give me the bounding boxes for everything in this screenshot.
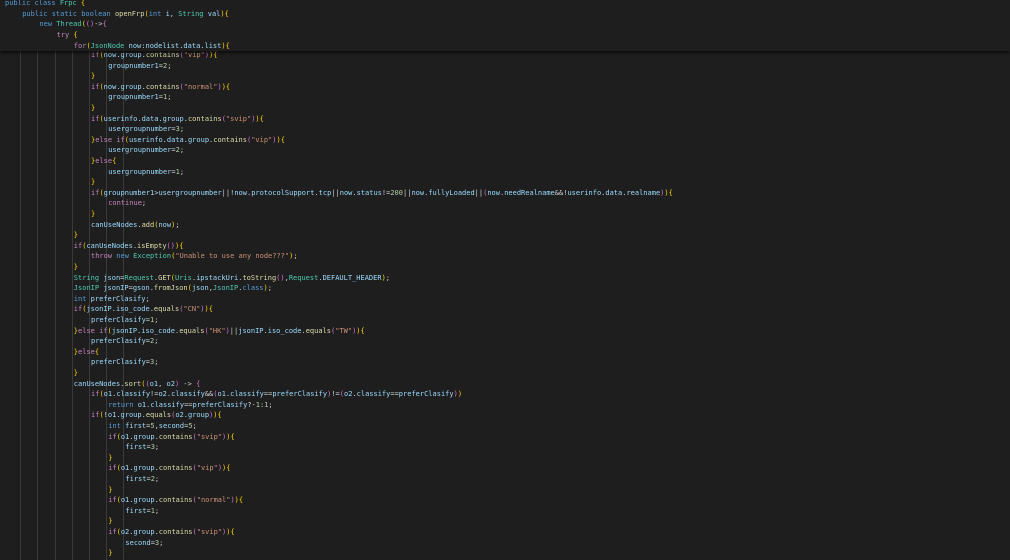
code-line[interactable]: preferClasify=2;	[91, 336, 158, 346]
code-line[interactable]: }	[91, 177, 95, 187]
code-line[interactable]: }else{	[91, 156, 116, 166]
code-line[interactable]: usergroupnumber=3;	[108, 124, 184, 134]
code-line[interactable]: int first=5,second=5;	[108, 421, 197, 431]
code-line[interactable]: }	[108, 485, 112, 495]
code-line[interactable]: }	[108, 453, 112, 463]
code-line[interactable]: canUseNodes.sort((o1, o2) -> {	[74, 379, 201, 389]
code-line[interactable]: if(jsonIP.iso_code.equals("CN")){	[74, 304, 213, 314]
code-line[interactable]: if(o1.group.contains("svip")){	[108, 432, 235, 442]
code-line[interactable]: second=3;	[125, 538, 163, 548]
code-line[interactable]: if(o2.group.contains("svip")){	[108, 527, 235, 537]
code-line[interactable]: groupnumber1=1;	[108, 92, 171, 102]
code-editor[interactable]: if(now.group.contains("vip")){groupnumbe…	[0, 0, 1010, 560]
code-line[interactable]: if(!o1.group.equals(o2.group)){	[91, 410, 222, 420]
code-line[interactable]: if(o1.group.contains("normal")){	[108, 495, 243, 505]
code-line[interactable]: if(canUseNodes.isEmpty()){	[74, 241, 184, 251]
indent-guide	[37, 0, 39, 560]
indent-guide	[54, 0, 56, 560]
code-line[interactable]: throw new Exception("Unable to use any n…	[91, 251, 298, 261]
code-line[interactable]: first=2;	[125, 474, 159, 484]
code-line[interactable]: }	[91, 209, 95, 219]
code-line[interactable]: }else if(userinfo.data.group.contains("v…	[91, 135, 285, 145]
code-line[interactable]: String json=Request.GET(Uris.ipstackUri.…	[74, 273, 390, 283]
code-line[interactable]: }	[108, 548, 112, 558]
code-line[interactable]: }else if(jsonIP.iso_code.equals("HK")||j…	[74, 326, 365, 336]
code-line[interactable]: }	[74, 230, 78, 240]
code-line[interactable]: if(o1.classify!=o2.classify&&(o1.classif…	[91, 389, 462, 399]
code-line[interactable]: }	[74, 262, 78, 272]
code-line[interactable]: continue;	[108, 198, 146, 208]
code-line[interactable]: usergroupnumber=2;	[108, 145, 184, 155]
indent-guide	[20, 0, 22, 560]
code-line[interactable]: preferClasify=1;	[91, 315, 158, 325]
code-line[interactable]: if(userinfo.data.group.contains("svip"))…	[91, 114, 264, 124]
code-line[interactable]: groupnumber1=2;	[108, 61, 171, 71]
code-line[interactable]: }	[91, 103, 95, 113]
code-line[interactable]: JsonIP jsonIP=gson.fromJson(json,JsonIP.…	[74, 283, 272, 293]
code-line[interactable]: int preferClasify;	[74, 294, 150, 304]
code-line[interactable]: canUseNodes.add(now);	[91, 220, 180, 230]
code-line[interactable]: }	[108, 516, 112, 526]
code-line[interactable]: if(now.group.contains("normal")){	[91, 82, 230, 92]
code-line[interactable]: first=1;	[125, 506, 159, 516]
code-line[interactable]: }	[91, 71, 95, 81]
code-line[interactable]: first=3;	[125, 442, 159, 452]
code-line[interactable]: if(now.group.contains("vip")){	[91, 50, 218, 60]
code-line[interactable]: }else{	[74, 347, 99, 357]
code-line[interactable]: preferClasify=3;	[91, 357, 158, 367]
code-line[interactable]: if(o1.group.contains("vip")){	[108, 463, 230, 473]
code-line[interactable]: try {	[57, 30, 78, 40]
code-line[interactable]: return o1.classify==preferClasify?-1:1;	[108, 400, 272, 410]
code-line[interactable]: public static boolean openFrp(int i, Str…	[22, 9, 229, 19]
indent-guide	[71, 0, 73, 560]
code-line[interactable]: public class Frpc {	[5, 0, 85, 8]
code-line[interactable]: }	[74, 368, 78, 378]
code-line[interactable]: if(groupnumber1>usergroupnumber||!now.pr…	[91, 188, 673, 198]
code-line[interactable]: usergroupnumber=1;	[108, 167, 184, 177]
code-line[interactable]: for(JsonNode now:nodelist.data.list){	[74, 41, 230, 51]
code-line[interactable]: new Thread(()->{	[39, 19, 106, 29]
